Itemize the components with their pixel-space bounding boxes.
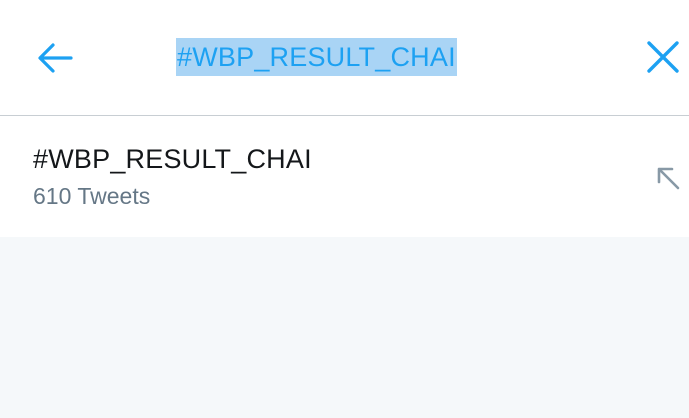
clear-search-button[interactable] — [640, 34, 686, 80]
search-screen: #WBP_RESULT_CHAI #WBP_RESULT_CHAI 610 Tw… — [0, 0, 689, 418]
empty-results-area — [0, 237, 689, 418]
arrow-left-icon — [38, 43, 73, 73]
search-query-text[interactable]: #WBP_RESULT_CHAI — [176, 38, 457, 76]
suggestion-item[interactable]: #WBP_RESULT_CHAI 610 Tweets — [0, 116, 689, 237]
suggestion-list: #WBP_RESULT_CHAI 610 Tweets — [0, 116, 689, 237]
search-bar: #WBP_RESULT_CHAI — [0, 0, 689, 116]
fill-query-button[interactable] — [650, 160, 686, 196]
suggestion-tweet-count: 610 Tweets — [33, 183, 151, 209]
suggestion-title: #WBP_RESULT_CHAI — [33, 144, 312, 174]
back-button[interactable] — [30, 36, 80, 80]
close-icon — [647, 41, 679, 73]
arrow-up-left-icon — [657, 167, 680, 190]
search-input[interactable]: #WBP_RESULT_CHAI — [176, 36, 457, 78]
